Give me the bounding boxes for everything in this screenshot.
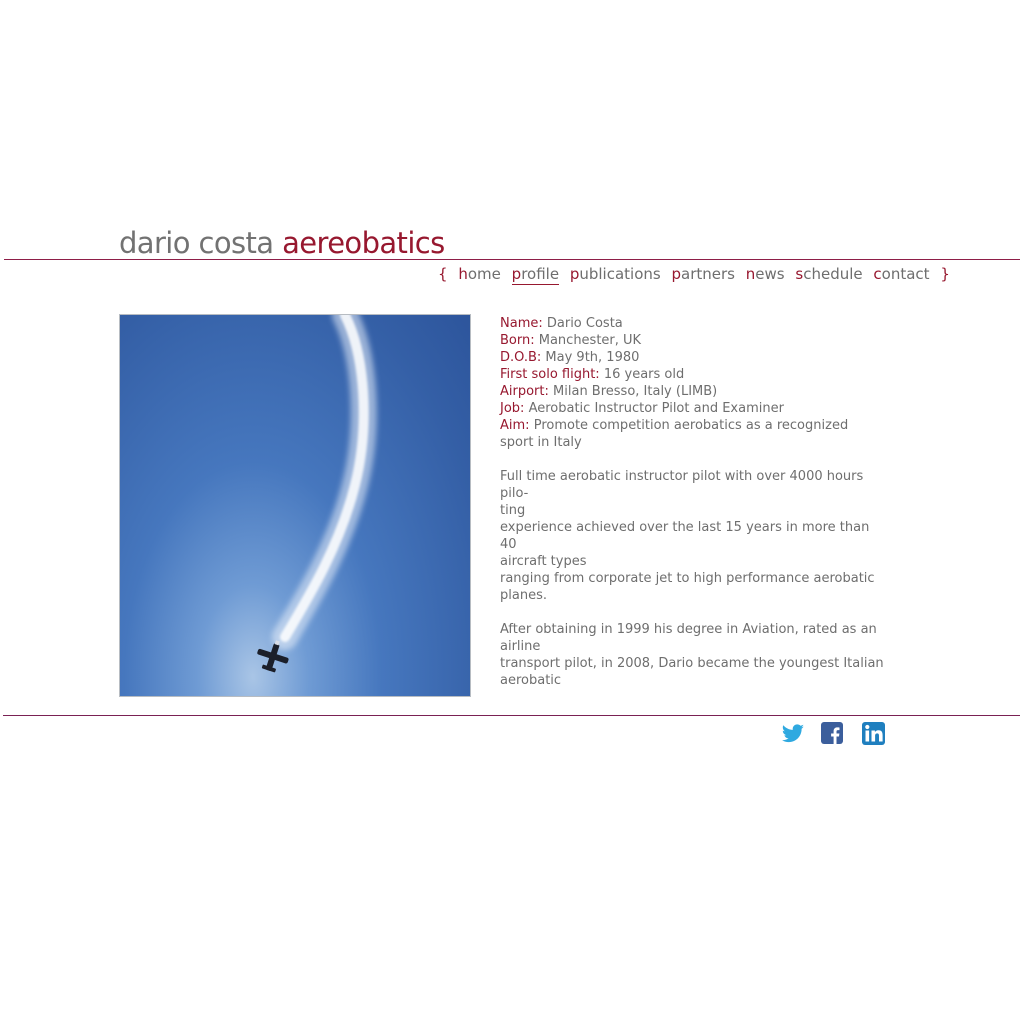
logo-name: dario costa: [119, 226, 274, 260]
bio-line: airline: [500, 639, 541, 654]
bio-line: aerobatic: [500, 673, 562, 688]
profile-field-aim: Aim: Promote competition aerobatics as a…: [500, 417, 885, 451]
profile-photo: [119, 314, 471, 697]
facebook-icon: [821, 722, 843, 744]
bio-paragraph-1: Full time aerobatic instructor pilot wit…: [500, 468, 885, 604]
nav-item-initial: c: [873, 265, 882, 283]
logo-subtitle: aereobatics: [282, 226, 445, 260]
nav-item-home[interactable]: home: [458, 265, 501, 283]
field-value: Manchester, UK: [538, 333, 642, 348]
field-label: D.O.B:: [500, 350, 542, 365]
field-value: 16 years old: [603, 367, 685, 382]
nav-item-label: chedule: [803, 265, 863, 283]
nav-item-profile[interactable]: profile: [511, 265, 560, 285]
bio-line: ting: [500, 503, 526, 518]
profile-field-airport: Airport: Milan Bresso, Italy (LIMB): [500, 383, 885, 400]
nav-item-label: ublications: [579, 265, 661, 283]
bio-paragraph-2: After obtaining in 1999 his degree in Av…: [500, 621, 885, 689]
field-label: Job:: [500, 401, 525, 416]
profile-info: Name: Dario Costa Born: Manchester, UK D…: [500, 315, 885, 689]
bio-line: planes.: [500, 588, 547, 603]
field-label: Aim:: [500, 418, 530, 433]
nav-item-initial: p: [569, 265, 580, 283]
bio-line: ranging from corporate jet to high perfo…: [500, 571, 875, 586]
field-value: Dario Costa: [546, 316, 623, 331]
field-label: First solo flight:: [500, 367, 600, 382]
profile-field-born: Born: Manchester, UK: [500, 332, 885, 349]
field-value: Aerobatic Instructor Pilot and Examiner: [528, 401, 784, 416]
header-divider: [4, 259, 1020, 260]
nav-item-schedule[interactable]: schedule: [795, 265, 862, 283]
nav-item-partners[interactable]: partners: [672, 265, 736, 283]
twitter-icon: [781, 724, 804, 743]
bio-line: Full time aerobatic instructor pilot wit…: [500, 469, 864, 501]
facebook-link[interactable]: [820, 721, 846, 747]
site-logo[interactable]: dario costa aereobatics: [119, 224, 445, 262]
field-value: Milan Bresso, Italy (LIMB): [553, 384, 718, 399]
nav-item-label: rofile: [521, 265, 560, 283]
smoke-trail: [272, 315, 377, 650]
nav-item-publications[interactable]: publications: [570, 265, 661, 283]
profile-field-first-solo: First solo flight: 16 years old: [500, 366, 885, 383]
nav-item-label: ontact: [881, 265, 930, 283]
nav-open-brace: {: [438, 265, 448, 283]
main-nav: { home profile publications partners new…: [438, 263, 950, 285]
field-value: May 9th, 1980: [545, 350, 640, 365]
nav-item-initial: n: [745, 265, 756, 283]
nav-item-contact[interactable]: contact: [873, 265, 929, 283]
nav-item-initial: p: [511, 265, 522, 283]
field-value: Promote competition aerobatics as a reco…: [500, 418, 849, 450]
nav-item-news[interactable]: news: [746, 265, 785, 283]
nav-item-label: ews: [755, 265, 785, 283]
bio-line: experience achieved over the last 15 yea…: [500, 520, 870, 552]
nav-item-initial: p: [671, 265, 682, 283]
bio-line: aircraft types: [500, 554, 587, 569]
linkedin-icon: [862, 722, 885, 745]
nav-close-brace: }: [940, 265, 950, 283]
nav-item-label: ome: [467, 265, 501, 283]
field-label: Born:: [500, 333, 535, 348]
profile-field-name: Name: Dario Costa: [500, 315, 885, 332]
footer-divider: [3, 715, 1020, 716]
airplane-smoke-illustration: [257, 315, 377, 673]
linkedin-link[interactable]: [861, 721, 887, 747]
field-label: Name:: [500, 316, 543, 331]
field-label: Airport:: [500, 384, 549, 399]
profile-field-dob: D.O.B: May 9th, 1980: [500, 349, 885, 366]
bio-line: transport pilot, in 2008, Dario became t…: [500, 656, 884, 671]
twitter-link[interactable]: [780, 721, 806, 747]
profile-field-job: Job: Aerobatic Instructor Pilot and Exam…: [500, 400, 885, 417]
nav-item-label: artners: [681, 265, 735, 283]
bio-line: After obtaining in 1999 his degree in Av…: [500, 622, 877, 637]
nav-item-initial: h: [458, 265, 468, 283]
